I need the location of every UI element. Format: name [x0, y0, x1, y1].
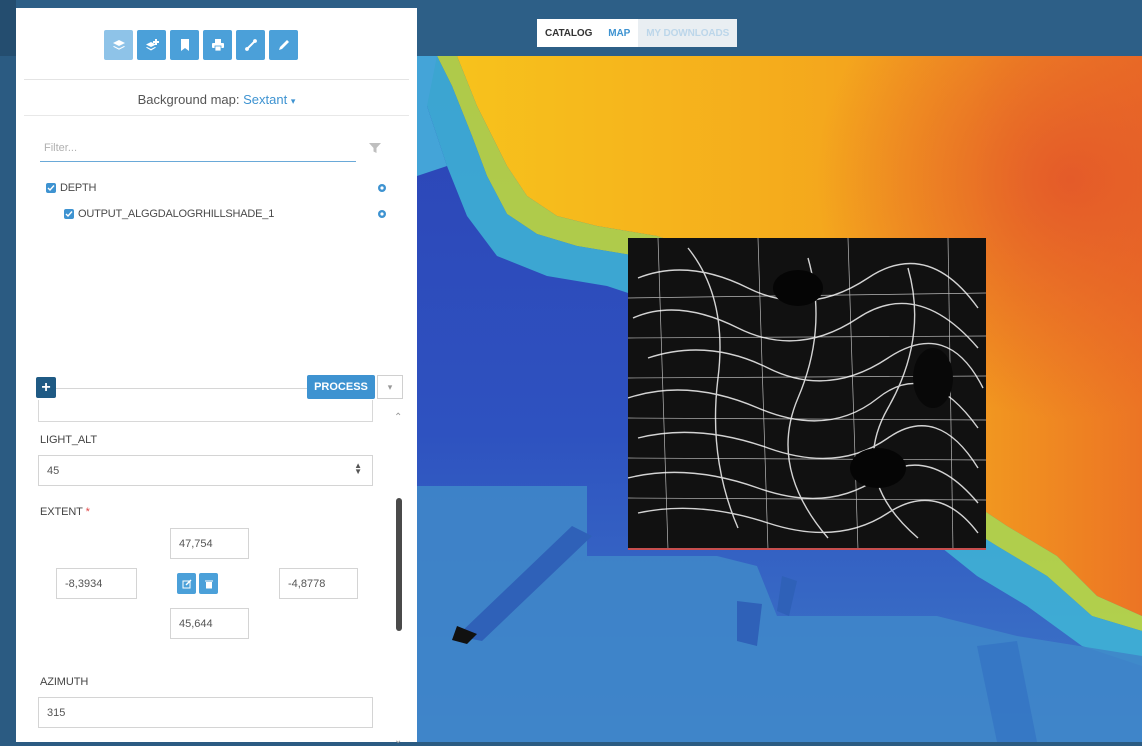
draw-button[interactable] — [269, 30, 298, 60]
filter-input[interactable] — [40, 134, 356, 162]
left-panel: Background map: Sextant ▾ DEPTH OUTPUT_A… — [16, 8, 417, 746]
view-tabs: CATALOG MAP MY DOWNLOADS — [537, 19, 738, 47]
azimuth-label: AZIMUTH — [40, 676, 89, 688]
extent-south-value: 45,644 — [179, 617, 213, 630]
chevron-down-icon: ▾ — [290, 96, 296, 106]
process-button[interactable]: PROCESS — [307, 375, 375, 399]
extent-north-input[interactable]: 47,754 — [170, 528, 249, 559]
add-layer-button[interactable] — [137, 30, 166, 60]
top-bar-shade — [0, 0, 16, 56]
layers-icon — [112, 40, 125, 50]
background-map-selector: Background map: Sextant ▾ — [16, 92, 417, 107]
edit-icon — [182, 579, 191, 588]
hillshade-layer — [628, 238, 986, 550]
extent-south-input[interactable]: 45,644 — [170, 608, 249, 639]
required-mark: * — [85, 506, 90, 518]
bookmark-icon — [180, 39, 189, 51]
layer-label: OUTPUT_ALGGDALOGRHILLSHADE_1 — [78, 208, 275, 220]
layer-checkbox[interactable] — [46, 183, 56, 193]
draw-icon — [278, 40, 289, 50]
toolbar — [104, 30, 298, 60]
extent-east-value: -4,8778 — [288, 577, 326, 590]
azimuth-value: 315 — [47, 706, 66, 719]
process-dropdown-button[interactable]: ▾ — [377, 375, 403, 399]
print-icon — [211, 39, 224, 52]
azimuth-input[interactable]: 315 — [38, 697, 373, 728]
extent-west-value: -8,3934 — [65, 577, 103, 590]
measure-icon — [244, 39, 257, 51]
check-icon — [65, 211, 73, 218]
background-map-value: Sextant — [243, 92, 288, 107]
add-layer-icon — [145, 39, 159, 51]
print-button[interactable] — [203, 30, 232, 60]
light-alt-label: LIGHT_ALT — [40, 434, 97, 446]
bookmark-button[interactable] — [170, 30, 199, 60]
delete-extent-button[interactable] — [199, 573, 218, 594]
plus-icon: + — [41, 378, 51, 396]
check-icon — [47, 185, 55, 192]
background-map-dropdown[interactable]: Sextant ▾ — [243, 92, 295, 107]
layer-checkbox[interactable] — [64, 209, 74, 219]
extent-label-text: EXTENT — [40, 506, 83, 518]
background-map-label: Background map: — [137, 92, 240, 107]
filter-icon[interactable] — [368, 141, 382, 155]
light-alt-value: 45 — [47, 464, 60, 477]
tab-map[interactable]: MAP — [600, 19, 638, 47]
extent-east-input[interactable]: -4,8778 — [279, 568, 358, 599]
layer-label: DEPTH — [60, 182, 97, 194]
measure-button[interactable] — [236, 30, 265, 60]
scroll-down-icon[interactable]: ⌄ — [394, 735, 402, 746]
gear-icon[interactable] — [377, 183, 387, 193]
layer-item-depth[interactable]: DEPTH — [46, 182, 96, 194]
tab-my-downloads[interactable]: MY DOWNLOADS — [638, 19, 738, 47]
extent-label: EXTENT * — [40, 506, 90, 518]
tab-catalog[interactable]: CATALOG — [537, 19, 600, 47]
extent-north-value: 47,754 — [179, 537, 213, 550]
light-alt-input[interactable]: 45 ▲ ▼ — [38, 455, 373, 486]
divider — [24, 115, 409, 116]
spinner-icon[interactable]: ▲ ▼ — [354, 462, 362, 476]
add-process-button[interactable]: + — [36, 377, 56, 398]
map-canvas[interactable] — [417, 56, 1142, 742]
trash-icon — [204, 580, 213, 588]
layers-button[interactable] — [104, 30, 133, 60]
previous-field[interactable] — [38, 400, 373, 422]
divider — [24, 79, 409, 80]
gear-icon[interactable] — [377, 209, 387, 219]
scrollbar-thumb[interactable] — [396, 498, 402, 631]
layer-item-hillshade[interactable]: OUTPUT_ALGGDALOGRHILLSHADE_1 — [64, 208, 274, 220]
chevron-down-icon: ▾ — [387, 381, 393, 392]
scroll-up-icon[interactable]: ⌃ — [394, 412, 402, 423]
edit-extent-button[interactable] — [177, 573, 196, 594]
extent-west-input[interactable]: -8,3934 — [56, 568, 137, 599]
